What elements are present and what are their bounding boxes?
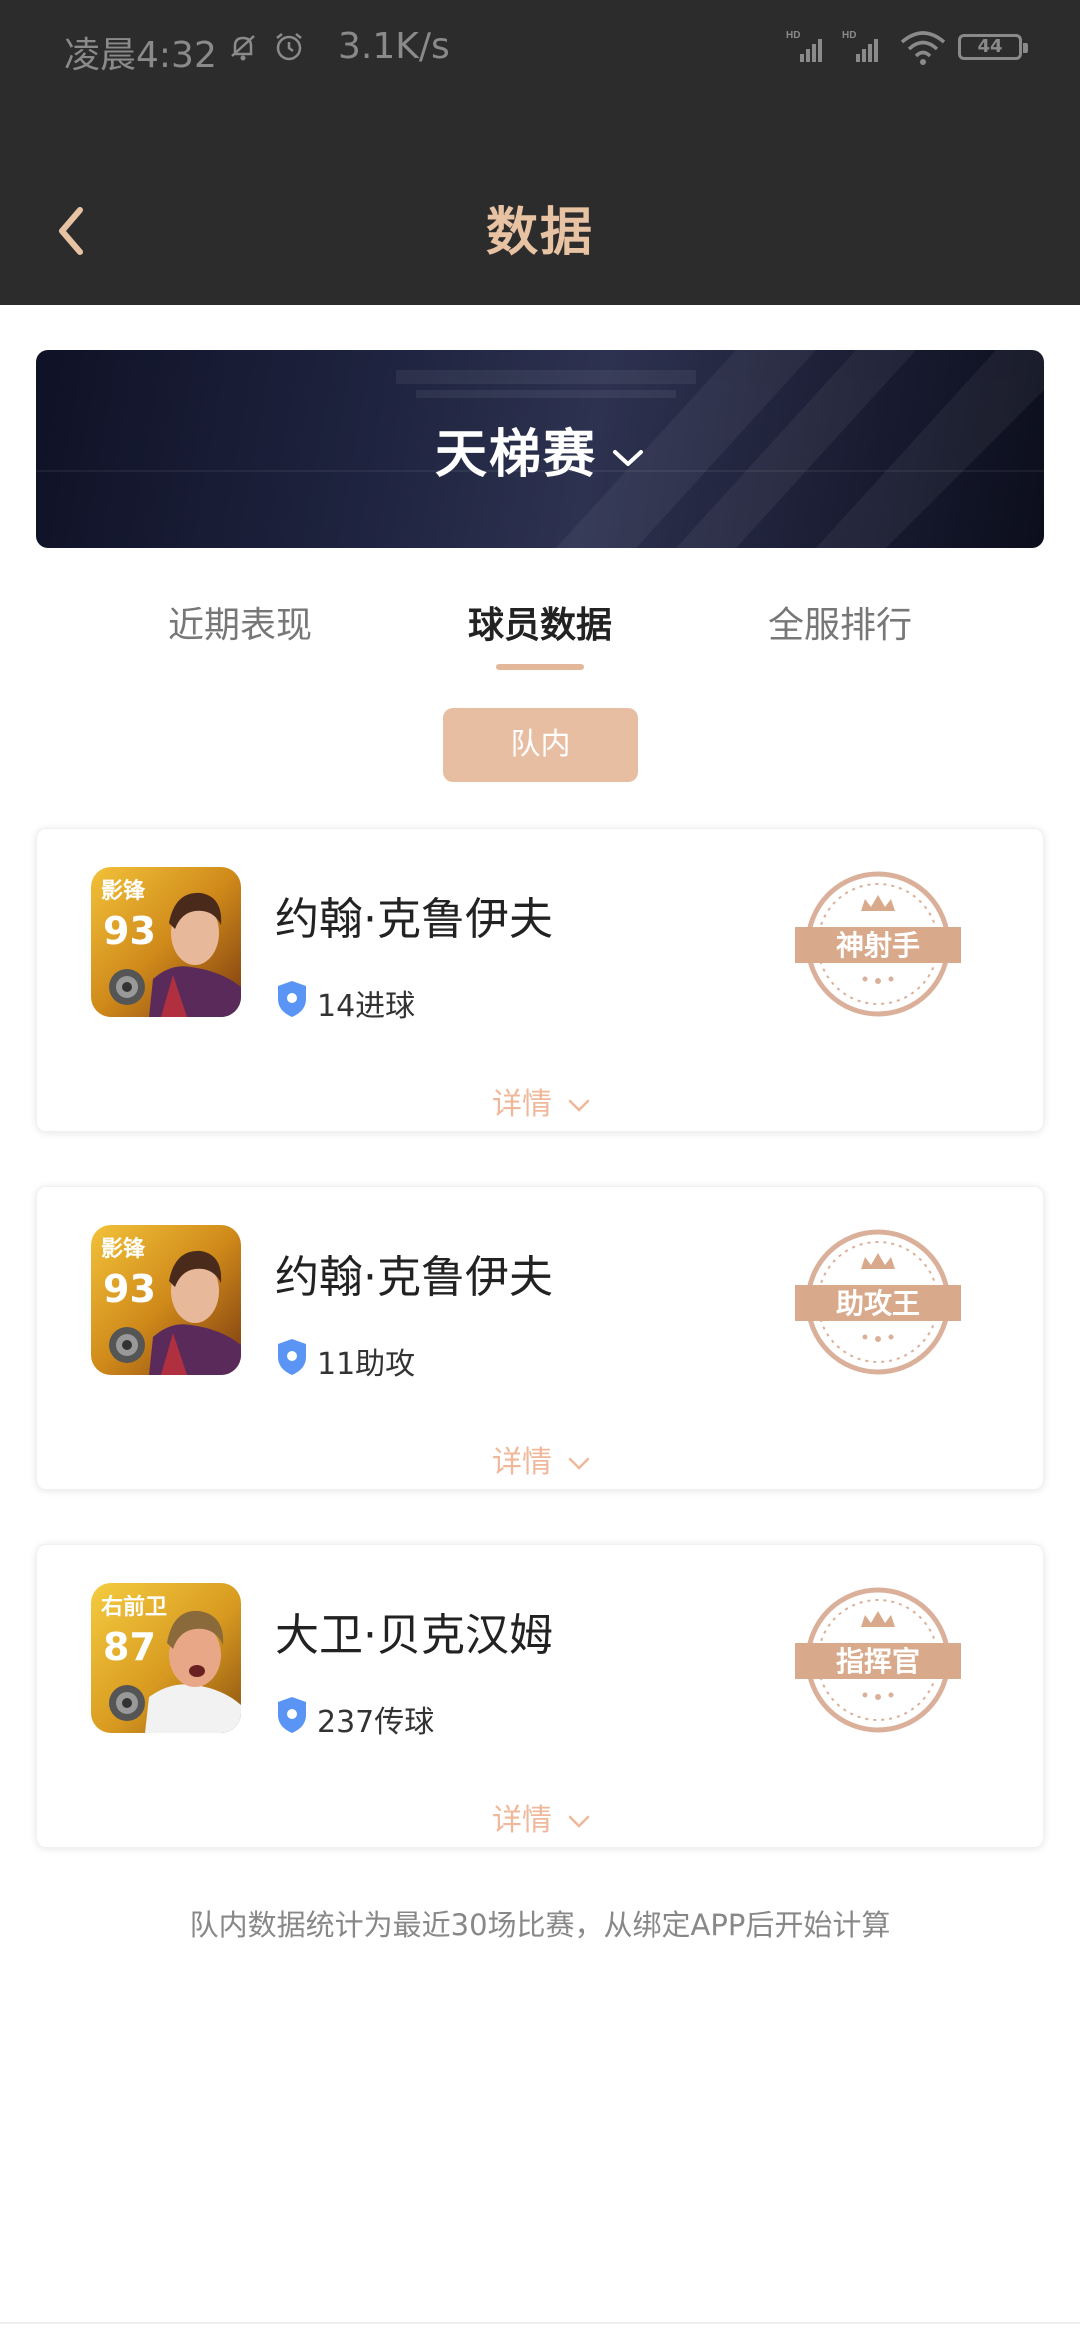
tab-server-ranking[interactable]: 全服排行: [768, 596, 912, 648]
player-name: 约翰·克鲁伊夫: [275, 1252, 553, 1303]
detail-toggle[interactable]: 详情: [37, 1437, 1045, 1481]
app-header: 凌晨4:32 3.1K/s HD HD 44 数据: [0, 0, 1080, 305]
player-avatar[interactable]: 影锋 93: [91, 1225, 241, 1375]
detail-label: 详情: [492, 1803, 552, 1838]
player-name: 约翰·克鲁伊夫: [275, 894, 553, 945]
player-position: 影锋: [101, 879, 146, 904]
award-badge-label: 指挥官: [836, 1645, 920, 1678]
divider: [0, 2322, 1080, 2324]
alarm-icon: [276, 33, 302, 61]
mode-title-label: 天梯赛: [434, 425, 597, 485]
player-rating: 87: [103, 1625, 156, 1669]
chevron-down-icon: [568, 1099, 590, 1112]
status-time: 凌晨4:32: [64, 35, 217, 76]
shield-icon: [278, 1339, 306, 1375]
tab-recent-performance[interactable]: 近期表现: [168, 596, 312, 648]
detail-toggle[interactable]: 详情: [37, 1795, 1045, 1839]
player-stat-card: 影锋 93 约翰·克鲁伊夫 14进球 神射手 详情: [36, 828, 1044, 1132]
shield-icon: [278, 1697, 306, 1733]
detail-label: 详情: [492, 1087, 552, 1122]
shield-icon: [278, 981, 306, 1017]
network-speed: 3.1K/s: [338, 26, 450, 67]
player-stat-value: 14进球: [317, 989, 416, 1024]
svg-text:HD: HD: [786, 30, 800, 41]
mode-title: 天梯赛: [36, 412, 1044, 487]
detail-toggle[interactable]: 详情: [37, 1079, 1045, 1123]
player-rating: 93: [103, 1267, 156, 1311]
chevron-down-icon: [568, 1815, 590, 1828]
award-badge-icon: 助攻王: [795, 1229, 961, 1375]
battery-icon: 44: [958, 34, 1028, 60]
player-stat-card: 右前卫 87 大卫·贝克汉姆 237传球 指挥官 详情: [36, 1544, 1044, 1848]
player-position: 影锋: [101, 1237, 146, 1262]
mode-selector[interactable]: 天梯赛: [36, 350, 1044, 548]
player-stat-value: 237传球: [317, 1705, 435, 1740]
player-position: 右前卫: [101, 1595, 168, 1620]
player-avatar[interactable]: 右前卫 87: [91, 1583, 241, 1733]
tab-player-data[interactable]: 球员数据: [468, 596, 612, 648]
status-bar: 凌晨4:32 3.1K/s HD HD 44: [0, 0, 1080, 100]
footnote-text: 队内数据统计为最近30场比赛，从绑定APP后开始计算: [189, 1908, 891, 1942]
svg-text:HD: HD: [842, 30, 856, 41]
player-name: 大卫·贝克汉姆: [275, 1610, 553, 1661]
detail-label: 详情: [492, 1445, 552, 1480]
player-stat-value: 11助攻: [317, 1347, 416, 1382]
mute-bell-icon: [231, 35, 255, 61]
chevron-down-icon: [613, 450, 643, 466]
player-avatar[interactable]: 影锋 93: [91, 867, 241, 1017]
award-badge-label: 助攻王: [836, 1287, 920, 1320]
award-badge-icon: 指挥官: [795, 1587, 961, 1733]
hd-signal-icon: HD: [786, 30, 822, 62]
player-rating: 93: [103, 909, 156, 953]
page-title: 数据: [485, 203, 594, 263]
player-stat-card: 影锋 93 约翰·克鲁伊夫 11助攻 助攻王 详情: [36, 1186, 1044, 1490]
wifi-icon: [900, 31, 946, 65]
hd-signal-icon: HD: [842, 30, 878, 62]
filter-team-button[interactable]: 队内: [443, 708, 638, 782]
award-badge-label: 神射手: [836, 929, 920, 962]
award-badge-icon: 神射手: [795, 871, 961, 1017]
active-tab-indicator: [496, 664, 584, 670]
chevron-down-icon: [568, 1457, 590, 1470]
